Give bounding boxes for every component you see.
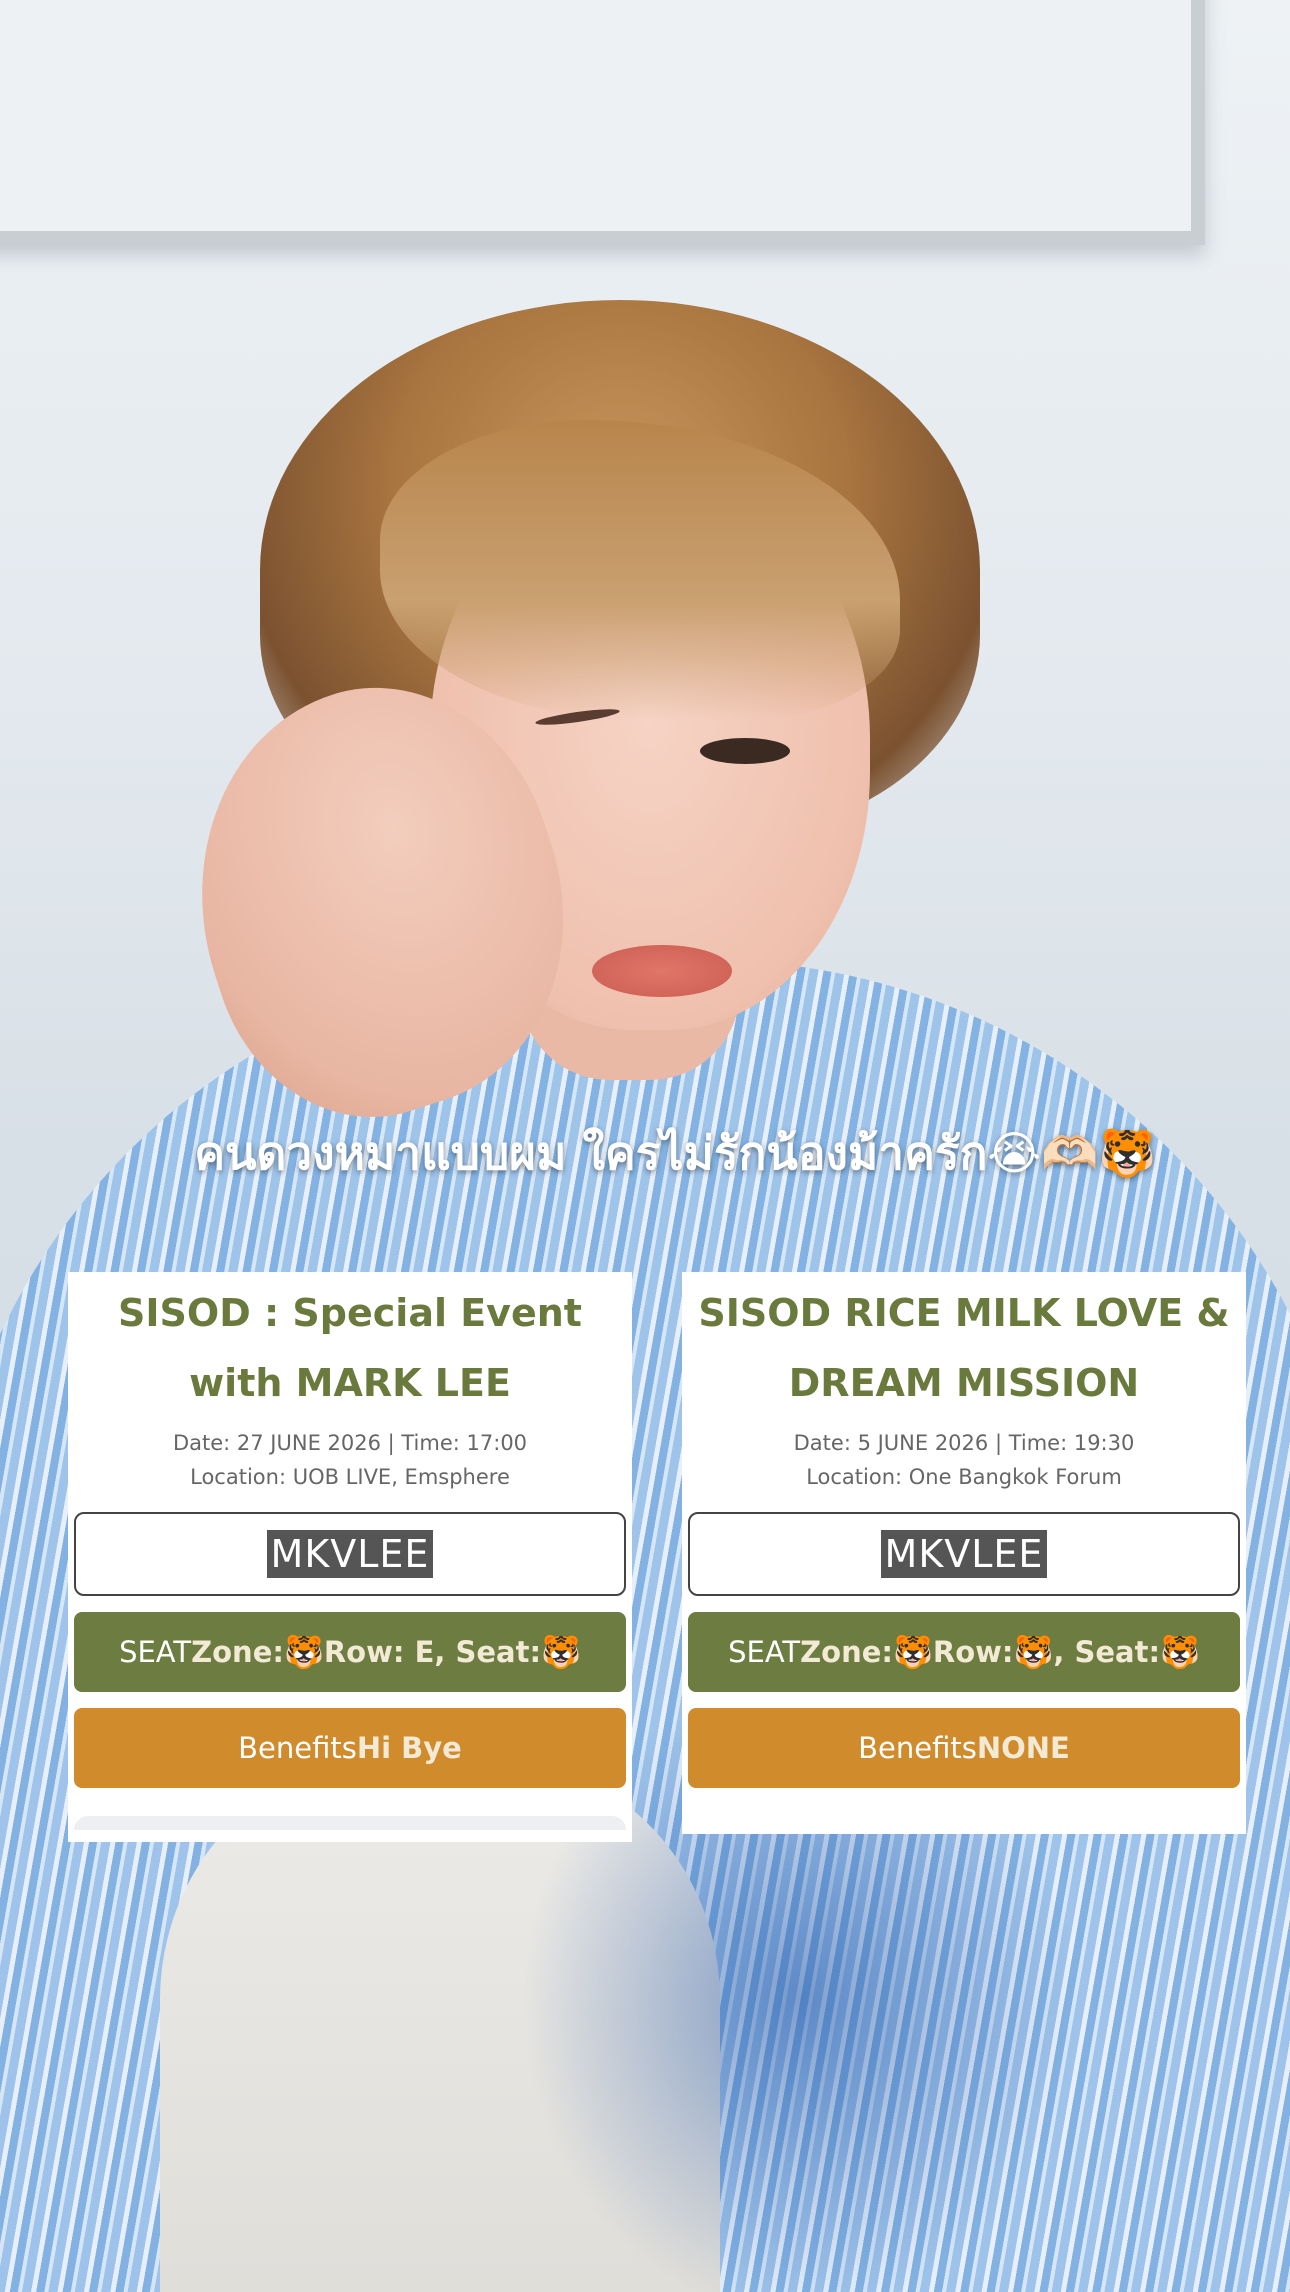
ticket-date: Date: 27 JUNE 2026 | Time: 17:00: [172, 1431, 528, 1455]
seat-bar: SEAT Zone: 🐯 Row: E, Seat: 🐯: [74, 1612, 626, 1692]
seat-zone-label: Zone:: [191, 1635, 284, 1669]
seat-prefix: SEAT: [119, 1635, 192, 1669]
ticket-title-line-2: with MARK LEE: [189, 1361, 511, 1405]
ticket-card-rice-milk[interactable]: SISOD RICE MILK LOVE & DREAM MISSION Dat…: [682, 1272, 1246, 1834]
ticket-meta: Date: 27 JUNE 2026 | Time: 17:00 Locatio…: [68, 1426, 632, 1494]
open-eye: [700, 738, 790, 764]
ticket-title-line-1: SISOD RICE MILK LOVE &: [698, 1291, 1230, 1335]
benefits-prefix: Benefits: [858, 1731, 977, 1765]
ticket-title: SISOD RICE MILK LOVE & DREAM MISSION: [682, 1272, 1246, 1418]
ticket-meta: Date: 5 JUNE 2026 | Time: 19:30 Location…: [682, 1426, 1246, 1494]
tiger-emoji-icon: 🐯: [893, 1633, 933, 1671]
lips: [592, 945, 732, 997]
ticket-title-line-2: DREAM MISSION: [788, 1361, 1140, 1405]
benefits-prefix: Benefits: [238, 1731, 357, 1765]
ticket-date: Date: 5 JUNE 2026 | Time: 19:30: [793, 1431, 1135, 1455]
story-caption[interactable]: คนดวงหมาแบบผม ใครไม่รักน้องม้าครัก😭🫶🏻🐯: [0, 1118, 1290, 1188]
seat-zone-label: Zone:: [800, 1635, 894, 1669]
ticket-name-box: MKVLEE: [688, 1512, 1240, 1596]
tiger-emoji-icon: 🐯: [283, 1633, 324, 1671]
seat-bar: SEAT Zone: 🐯 Row: 🐯 , Seat: 🐯: [688, 1612, 1240, 1692]
tiger-emoji-icon: 🐯: [1160, 1633, 1200, 1671]
seat-seat-label: , Seat:: [1053, 1635, 1161, 1669]
seat-prefix: SEAT: [728, 1635, 801, 1669]
benefits-bar: Benefits Hi Bye: [74, 1708, 626, 1788]
ticket-title-line-1: SISOD : Special Event: [118, 1291, 582, 1335]
ticket-title: SISOD : Special Event with MARK LEE: [68, 1272, 632, 1418]
tiger-emoji-icon: 🐯: [541, 1633, 581, 1671]
benefits-value: NONE: [976, 1731, 1070, 1765]
ticket-name-box: MKVLEE: [74, 1512, 626, 1596]
ticket-holder-name: MKVLEE: [880, 1530, 1048, 1578]
tiger-emoji-icon: 🐯: [1013, 1633, 1054, 1671]
benefits-value: Hi Bye: [356, 1731, 462, 1765]
ticket-card-special-event[interactable]: SISOD : Special Event with MARK LEE Date…: [68, 1272, 632, 1842]
card-footer-strip: [74, 1816, 626, 1830]
seat-row-label: Row:: [932, 1635, 1014, 1669]
seat-row-label: Row: E, Seat:: [323, 1635, 542, 1669]
ticket-holder-name: MKVLEE: [266, 1530, 434, 1578]
ticket-location: Location: One Bangkok Forum: [806, 1465, 1122, 1489]
wall-frame: [0, 0, 1205, 245]
benefits-bar: Benefits NONE: [688, 1708, 1240, 1788]
ticket-location: Location: UOB LIVE, Emsphere: [190, 1465, 510, 1489]
